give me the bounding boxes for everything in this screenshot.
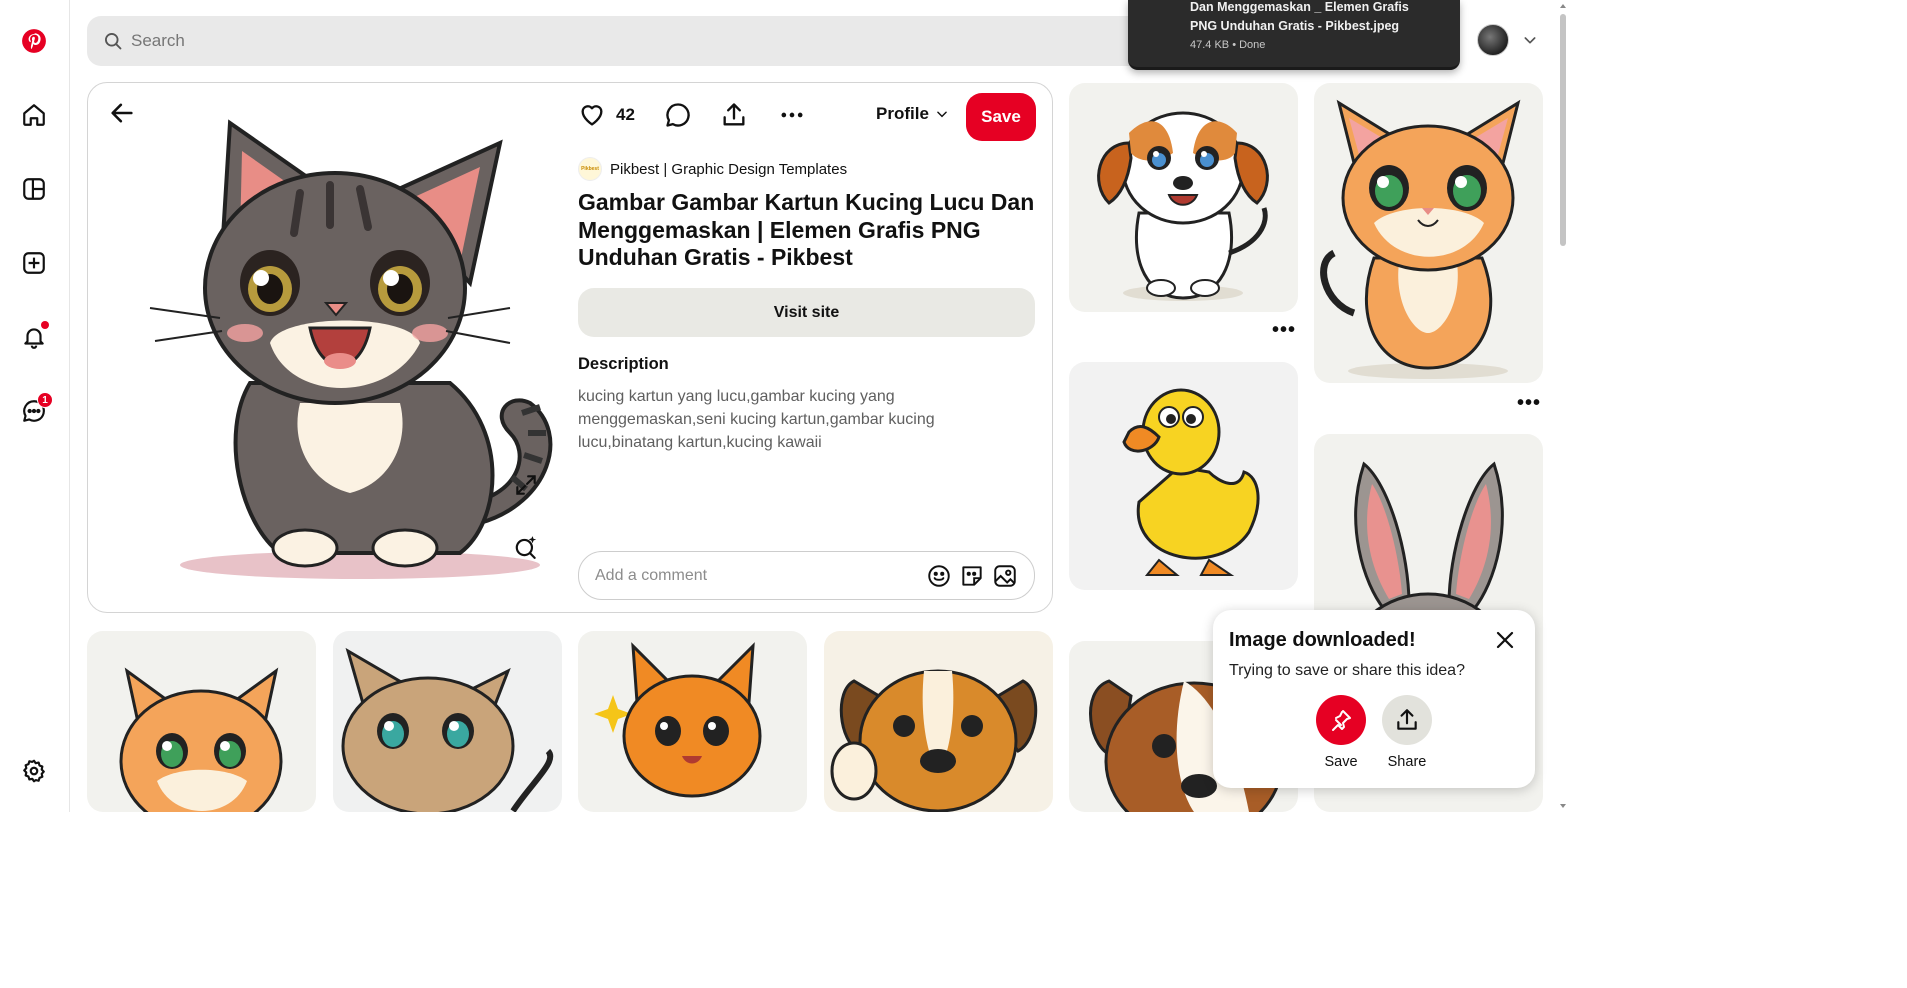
toast-save-button[interactable] (1316, 695, 1366, 745)
sidebar-item-messages[interactable]: 1 (13, 390, 55, 432)
create-icon (23, 252, 45, 274)
puppy-image (1097, 111, 1269, 301)
grid-pin-kitten-3[interactable] (578, 631, 807, 812)
notification-dot (41, 321, 49, 329)
pinterest-logo-icon (22, 29, 46, 53)
grid-pin-kitten-1[interactable] (87, 631, 316, 812)
profile-dropdown-label: Profile (876, 104, 929, 123)
comment-input[interactable] (595, 566, 915, 585)
comment-icon (666, 103, 690, 127)
sticker-icon[interactable] (959, 563, 985, 589)
kitten-image (119, 667, 283, 812)
duck-image (1122, 388, 1260, 576)
pinterest-logo[interactable] (13, 20, 55, 62)
creator-name[interactable]: Pikbest | Graphic Design Templates (610, 161, 847, 178)
comment-button[interactable] (664, 101, 692, 129)
grid-pin-orange-cat[interactable] (1314, 83, 1543, 383)
sidebar-item-boards[interactable] (13, 168, 55, 210)
search-icon (105, 33, 122, 50)
profile-dropdown[interactable]: Profile (876, 104, 949, 124)
like-button[interactable]: 42 (578, 101, 635, 129)
orange-kitten-image (594, 642, 762, 798)
grid-pin-kitten-2[interactable] (333, 631, 562, 812)
orange-cat-image (1320, 99, 1521, 379)
gear-icon (23, 759, 45, 783)
sidebar: 1 (0, 0, 70, 812)
tabby-kitten-image (341, 647, 554, 812)
pin-toolbar: 42 Profile Save (578, 93, 1038, 141)
comment-box[interactable] (578, 551, 1035, 600)
sidebar-item-notifications[interactable] (13, 316, 55, 358)
image-upload-icon[interactable] (992, 563, 1018, 589)
grid-pin-puppy-2[interactable] (824, 631, 1053, 812)
search-bar[interactable] (87, 16, 1217, 66)
boards-icon (23, 178, 45, 200)
lens-sparkle-icon (515, 536, 537, 559)
creator-row[interactable]: Pikbest Pikbest | Graphic Design Templat… (578, 157, 847, 181)
page-scrollbar[interactable] (1558, 0, 1568, 812)
pin-closeup-card: 42 Profile Save Pikbest Pikbest | Graphi… (87, 82, 1053, 613)
description-text: kucing kartun yang lucu,gambar kucing ya… (578, 388, 935, 451)
search-input[interactable] (131, 31, 1031, 51)
description-heading: Description (578, 355, 669, 373)
download-filename-line2: PNG Unduhan Gratis - Pikbest.jpeg (1190, 19, 1400, 33)
image-downloaded-toast: Image downloaded! Trying to save or shar… (1213, 610, 1535, 788)
chevron-down-icon[interactable] (1522, 32, 1538, 48)
share-icon (723, 103, 745, 126)
expand-icon (516, 475, 536, 495)
toast-save-label: Save (1324, 754, 1358, 770)
messages-badge: 1 (37, 392, 53, 408)
emoji-icon[interactable] (926, 563, 952, 589)
pushpin-icon (1332, 710, 1351, 731)
sidebar-item-home[interactable] (13, 94, 55, 136)
toast-subtitle: Trying to save or share this idea? (1229, 662, 1465, 679)
sidebar-item-create[interactable] (13, 242, 55, 284)
share-icon (1397, 709, 1417, 730)
visual-search-button[interactable] (508, 529, 544, 565)
like-count: 42 (616, 105, 635, 124)
grid-pin-puppy[interactable] (1069, 83, 1298, 312)
more-dots-icon (781, 112, 803, 118)
visit-site-button[interactable]: Visit site (578, 288, 1035, 337)
toast-title: Image downloaded! (1229, 629, 1416, 651)
download-status: 47.4 KB • Done (1190, 39, 1266, 51)
avatar[interactable] (1477, 24, 1509, 56)
close-icon[interactable] (1493, 628, 1517, 652)
pin-title: Gambar Gambar Kartun Kucing Lucu Dan Men… (578, 189, 1035, 270)
home-icon (23, 104, 45, 126)
toast-share-label: Share (1387, 754, 1427, 770)
more-options-button[interactable] (778, 101, 806, 129)
sidebar-item-settings[interactable] (13, 750, 55, 792)
download-popup[interactable]: Dan Menggemaskan _ Elemen Grafis PNG Und… (1128, 0, 1460, 70)
toast-share-button[interactable] (1382, 695, 1432, 745)
brown-puppy-image (830, 669, 1038, 812)
expand-button[interactable] (508, 467, 544, 503)
download-filename-line1: Dan Menggemaskan _ Elemen Grafis (1190, 0, 1409, 14)
more-options-button[interactable]: ••• (1272, 320, 1296, 340)
pin-image-cat[interactable] (130, 103, 590, 583)
heart-icon (581, 105, 603, 126)
share-button[interactable] (720, 101, 748, 129)
creator-logo: Pikbest (578, 157, 602, 181)
grid-pin-duck[interactable] (1069, 362, 1298, 590)
more-options-button[interactable]: ••• (1517, 393, 1541, 413)
save-button[interactable]: Save (966, 93, 1036, 141)
chevron-down-icon (937, 111, 947, 118)
